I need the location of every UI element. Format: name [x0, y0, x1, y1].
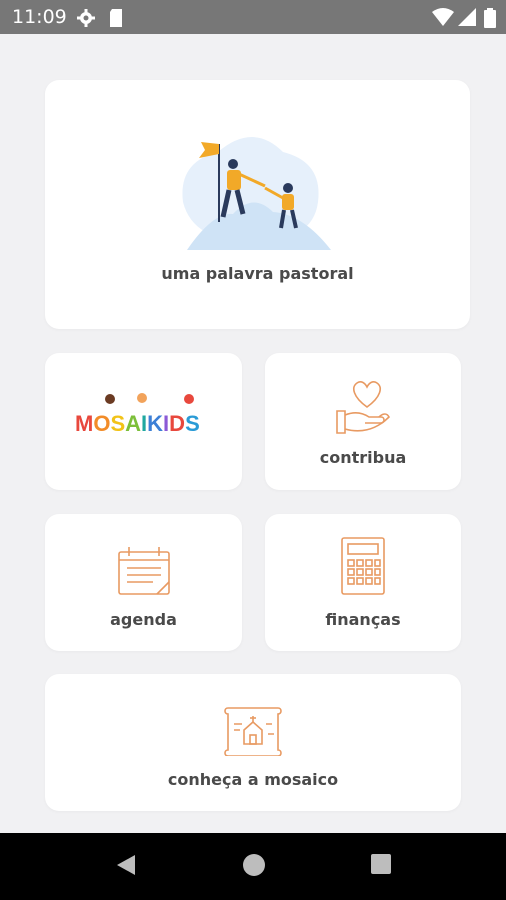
- wifi-icon: [432, 8, 454, 30]
- card-label-agenda: agenda: [110, 610, 177, 629]
- card-label-financas: finanças: [325, 610, 401, 629]
- recents-icon[interactable]: [370, 853, 392, 879]
- pastoral-illustration-icon: [173, 122, 333, 256]
- status-time: 11:09: [12, 6, 67, 28]
- navigation-bar: [0, 833, 506, 900]
- back-icon[interactable]: [115, 853, 137, 881]
- card-mosaikids[interactable]: MOSAIKIDS: [45, 353, 242, 490]
- mosaikids-logo: MOSAIKIDS: [73, 391, 215, 439]
- gear-icon: [76, 8, 96, 32]
- card-label-conheca-a-mosaico: conheça a mosaico: [167, 770, 339, 789]
- sd-card-icon: [108, 8, 124, 32]
- home-icon[interactable]: [242, 853, 266, 881]
- calculator-icon: [338, 536, 390, 600]
- hand-heart-icon: [335, 377, 391, 441]
- battery-icon: [484, 8, 496, 32]
- card-conheca-a-mosaico[interactable]: conheça a mosaico: [45, 674, 461, 811]
- signal-icon: [458, 8, 476, 30]
- card-agenda[interactable]: agenda: [45, 514, 242, 651]
- card-uma-palavra-pastoral[interactable]: uma palavra pastoral: [45, 80, 470, 329]
- calendar-icon: [117, 544, 171, 600]
- card-label-contribua: contribua: [319, 448, 407, 467]
- card-contribua[interactable]: contribua: [265, 353, 461, 490]
- status-bar: 11:09: [0, 0, 506, 34]
- map-scroll-icon: [222, 704, 284, 760]
- svg-text:MOSAIKIDS: MOSAIKIDS: [75, 411, 200, 435]
- card-financas[interactable]: finanças: [265, 514, 461, 651]
- card-label-uma-palavra-pastoral: uma palavra pastoral: [161, 264, 354, 283]
